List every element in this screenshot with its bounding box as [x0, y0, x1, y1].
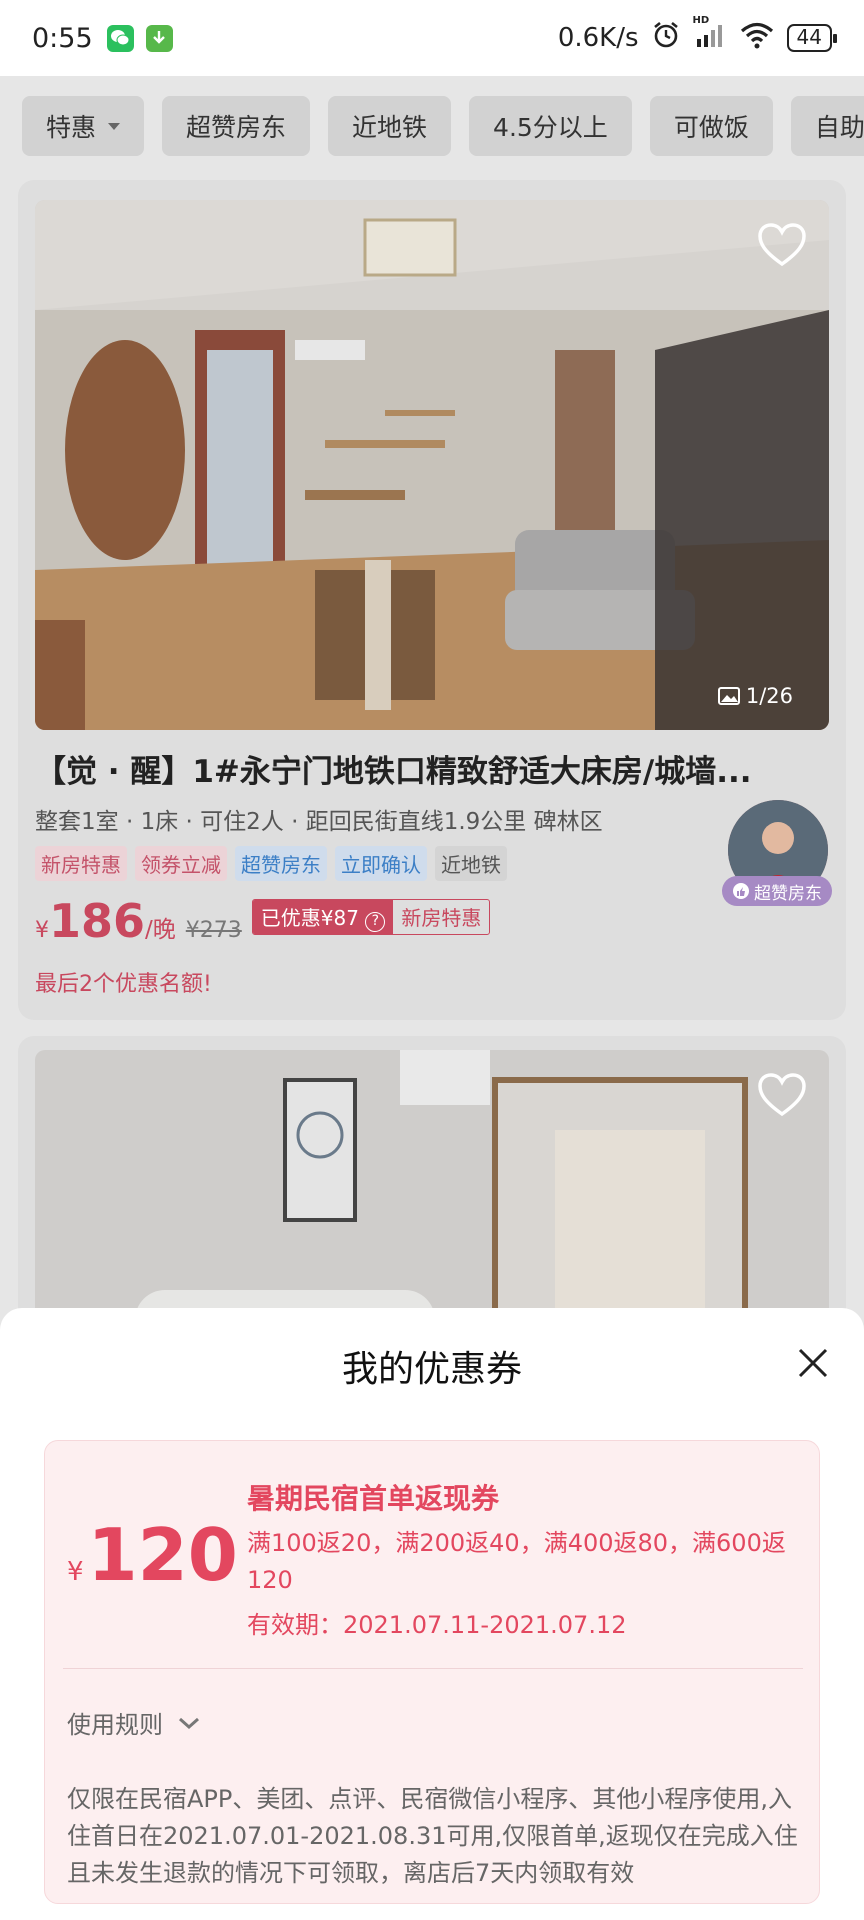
host-avatar[interactable]: 超赞房东: [722, 800, 832, 906]
price-unit: /晚: [145, 917, 176, 943]
filter-chip-near-metro[interactable]: 近地铁: [328, 96, 452, 156]
tag: 领券立减: [135, 846, 227, 881]
divider: [63, 1668, 803, 1669]
scarcity-note: 最后2个优惠名额!: [35, 972, 212, 997]
status-bar: 0:55 0.6K/s HD 44: [0, 0, 864, 76]
coupon-validity: 有效期：2021.07.11-2021.07.12: [247, 1611, 627, 1639]
image-icon: [717, 687, 740, 705]
filter-chip-special[interactable]: 特惠: [22, 96, 145, 156]
discount-badge[interactable]: 已优惠¥87 ? 新房特惠: [251, 899, 491, 935]
original-price: ¥273: [185, 918, 242, 943]
dropdown-arrow-icon: [108, 122, 121, 130]
hd-label: HD: [692, 14, 710, 26]
filter-chip-cooking[interactable]: 可做饭: [649, 96, 773, 156]
filter-bar: 特惠 超赞房东 近地铁 4.5分以上 可做饭 自助入住: [0, 76, 864, 176]
superhost-badge: 超赞房东: [722, 876, 832, 906]
favorite-heart-icon[interactable]: [757, 1072, 807, 1118]
coupon-name: 暑期民宿首单返现券: [247, 1482, 500, 1515]
favorite-heart-icon[interactable]: [757, 222, 807, 268]
close-icon[interactable]: [794, 1344, 832, 1382]
listing-subtitle: 整套1室 · 1床 · 可住2人 · 距回民街直线1.9公里 碑林区: [35, 809, 603, 835]
wifi-icon: [739, 21, 775, 56]
listing-photo[interactable]: 1/26: [35, 200, 829, 730]
tag: 超赞房东: [235, 846, 327, 881]
sheet-title: 我的优惠券: [341, 1349, 522, 1390]
coupon-card: ¥ 120 暑期民宿首单返现券 满100返20，满200返40，满400返80，…: [44, 1440, 820, 1904]
signal-icon: HD: [693, 15, 727, 56]
alarm-icon: [651, 20, 681, 57]
room-photo: [35, 200, 829, 730]
rules-toggle[interactable]: 使用规则: [67, 1705, 201, 1740]
coupon-amount: ¥ 120: [67, 1513, 238, 1597]
tag: 立即确认: [335, 846, 427, 881]
rules-text: 仅限在民宿APP、美团、点评、民宿微信小程序、其他小程序使用,入住首日在2021…: [67, 1785, 798, 1887]
clock: 0:55: [32, 22, 93, 54]
filter-chip-superhost[interactable]: 超赞房东: [162, 96, 311, 156]
listing-card[interactable]: 1/26 【觉 · 醒】1#永宁门地铁口精致舒适大床房/城墙... 整套1室 ·…: [18, 180, 846, 1020]
download-icon: [145, 24, 173, 52]
listing-tags: 新房特惠 领券立减 超赞房东 立即确认 近地铁: [35, 846, 507, 881]
coupon-sheet: 我的优惠券 ¥ 120 暑期民宿首单返现券 满100返20，满200返40，满4…: [0, 1308, 864, 1920]
tag: 新房特惠: [35, 846, 127, 881]
chevron-down-icon: [179, 1717, 199, 1729]
coupon-description: 满100返20，满200返40，满400返80，满600返120: [247, 1529, 786, 1594]
wechat-icon: [106, 24, 134, 52]
battery-icon: 44: [786, 24, 838, 52]
network-speed: 0.6K/s: [557, 23, 639, 53]
image-counter: 1/26: [717, 684, 793, 708]
thumbs-up-icon: [733, 883, 749, 899]
price-row: ¥ 186 /晚 ¥273 已优惠¥87 ? 新房特惠: [35, 894, 491, 948]
filter-chip-rating[interactable]: 4.5分以上: [469, 96, 632, 156]
price-symbol: ¥: [35, 918, 49, 943]
filter-chip-self-checkin[interactable]: 自助入住: [790, 96, 864, 156]
listing-title[interactable]: 【觉 · 醒】1#永宁门地铁口精致舒适大床房/城墙...: [35, 746, 835, 791]
price-value: 186: [49, 894, 146, 948]
help-icon: ?: [365, 912, 386, 932]
tag: 近地铁: [435, 846, 507, 881]
